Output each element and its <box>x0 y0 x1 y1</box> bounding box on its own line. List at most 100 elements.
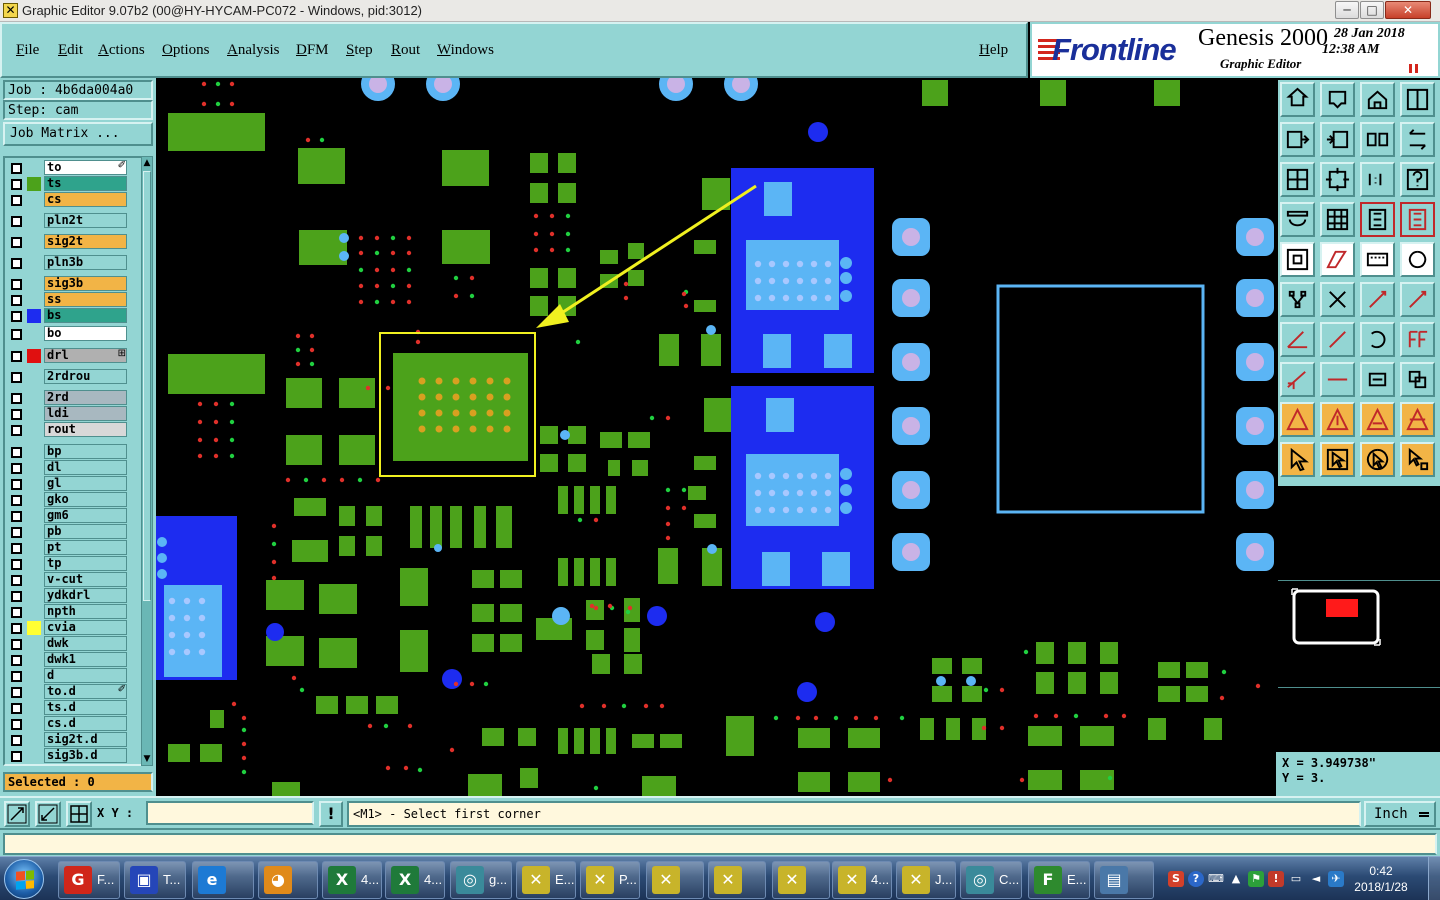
layer-name[interactable]: v-cut <box>44 572 127 587</box>
layer-row-pln2t[interactable]: pln2t <box>7 213 129 229</box>
menu-help[interactable]: Help <box>979 42 1008 59</box>
open-job-button[interactable] <box>1280 82 1315 117</box>
layer-row-ts-d[interactable]: ts.d <box>7 700 129 716</box>
layer-name[interactable]: ldi <box>44 406 127 421</box>
layer-checkbox[interactable] <box>11 623 22 634</box>
zoom-1to1-button[interactable] <box>1360 162 1395 197</box>
layer-name[interactable]: dwk1 <box>44 652 127 667</box>
layer-color-swatch[interactable] <box>27 177 41 191</box>
layer-name[interactable]: ts <box>44 176 127 191</box>
copy-pads-button[interactable] <box>1400 362 1435 397</box>
net-select-button[interactable] <box>1280 282 1315 317</box>
taskbar-clock[interactable]: 0:42 2018/1/28 <box>1350 863 1412 895</box>
tray-sync-icon[interactable]: ✈ <box>1328 871 1344 887</box>
job-matrix-button[interactable]: Job Matrix ... <box>3 122 153 146</box>
tray-keyboard-icon[interactable]: ⌨ <box>1208 871 1224 887</box>
layer-row-d[interactable]: d <box>7 668 129 684</box>
taskbar-item[interactable]: X 4... <box>322 861 382 899</box>
layer-name[interactable]: drl <box>44 348 127 363</box>
layer-checkbox[interactable] <box>11 216 22 227</box>
layer-checkbox[interactable] <box>11 511 22 522</box>
layer-checkbox[interactable] <box>11 258 22 269</box>
taskbar-item[interactable]: ✕ E... <box>516 861 576 899</box>
layer-name[interactable]: sig3b.d <box>44 748 127 763</box>
layer-name[interactable]: dl <box>44 460 127 475</box>
measure-box-button[interactable] <box>1360 362 1395 397</box>
layer-name[interactable]: sig2t <box>44 234 127 249</box>
layer-row-pb[interactable]: pb <box>7 524 129 540</box>
layer-checkbox[interactable] <box>11 575 22 586</box>
layer-name[interactable]: d <box>44 668 127 683</box>
layer-name[interactable]: to <box>44 160 127 175</box>
layer-color-swatch[interactable] <box>27 349 41 363</box>
layer-row-tp[interactable]: tp <box>7 556 129 572</box>
layer-name[interactable]: 2rdrou <box>44 369 127 384</box>
layer-name[interactable]: ts.d <box>44 700 127 715</box>
layer-checkbox[interactable] <box>11 591 22 602</box>
layer-row-sig3b[interactable]: sig3b <box>7 276 129 292</box>
layer-checkbox[interactable] <box>11 559 22 570</box>
layer-row-2rd[interactable]: 2rd <box>7 390 129 406</box>
layer-row-dl[interactable]: dl <box>7 460 129 476</box>
layer-name[interactable]: 2rd <box>44 390 127 405</box>
layer-checkbox[interactable] <box>11 527 22 538</box>
menu-file[interactable]: File <box>16 42 39 59</box>
layer-checkbox[interactable] <box>11 393 22 404</box>
layer-row-ts[interactable]: ts <box>7 176 129 192</box>
taskbar-item[interactable]: F E... <box>1028 861 1090 899</box>
pan-right-button[interactable] <box>1320 122 1355 157</box>
layer-color-swatch[interactable] <box>27 309 41 323</box>
layer-checkbox[interactable] <box>11 179 22 190</box>
layer-row-drl[interactable]: drl ⊞ <box>7 348 129 364</box>
save-button[interactable] <box>1320 82 1355 117</box>
text-ff-button[interactable] <box>1400 322 1435 357</box>
triangle-c-button[interactable] <box>1360 402 1395 437</box>
layer-row-rout[interactable]: rout <box>7 422 129 438</box>
layer-name[interactable]: cs <box>44 192 127 207</box>
tray-alert-icon[interactable]: ! <box>1268 871 1284 887</box>
layer-name[interactable]: to.d <box>44 684 127 699</box>
layer-checkbox[interactable] <box>11 279 22 290</box>
layer-color-swatch[interactable] <box>27 621 41 635</box>
window-split-button[interactable] <box>1400 82 1435 117</box>
taskbar-item[interactable]: ✕ 4... <box>832 861 892 899</box>
taskbar-item[interactable]: ✕ <box>708 861 766 899</box>
layer-checkbox[interactable] <box>11 463 22 474</box>
maximize-button[interactable]: □ <box>1360 1 1384 19</box>
menu-dfm[interactable]: DFM <box>296 42 329 59</box>
layer-name[interactable]: pln2t <box>44 213 127 228</box>
layer-name[interactable]: cs.d <box>44 716 127 731</box>
layer-row-ydkdrl[interactable]: ydkdrl <box>7 588 129 604</box>
layer-checkbox[interactable] <box>11 311 22 322</box>
menu-windows[interactable]: Windows <box>437 42 494 59</box>
board-overview[interactable] <box>1278 580 1440 688</box>
layer-row-dwk[interactable]: dwk <box>7 636 129 652</box>
layer-name[interactable]: pt <box>44 540 127 555</box>
flip-button[interactable] <box>1360 122 1395 157</box>
layer-row-cs[interactable]: cs <box>7 192 129 208</box>
polygon-edit-button[interactable] <box>1320 242 1355 277</box>
arc-button[interactable] <box>1360 322 1395 357</box>
layer-checkbox[interactable] <box>11 329 22 340</box>
pattern-fill-button[interactable] <box>1360 242 1395 277</box>
swap-button[interactable] <box>1400 122 1435 157</box>
tray-expand-icon[interactable]: ▲ <box>1228 871 1244 887</box>
layer-row-to-d[interactable]: to.d ✐ <box>7 684 129 700</box>
taskbar-item[interactable]: ✕ J... <box>896 861 956 899</box>
pause-icon[interactable] <box>1409 64 1418 73</box>
scroll-up-icon[interactable]: ▲ <box>142 157 152 169</box>
graphic-canvas[interactable] <box>156 78 1276 796</box>
layer-row-bo[interactable]: bo <box>7 326 129 342</box>
taskbar-item[interactable]: ✕ <box>772 861 830 899</box>
layer-compare-button[interactable] <box>1360 202 1395 237</box>
line-to-pad-button[interactable] <box>1360 282 1395 317</box>
taskbar-item[interactable]: X 4... <box>385 861 445 899</box>
zoom-fit-button[interactable] <box>1280 162 1315 197</box>
tray-help-icon[interactable]: ? <box>1188 871 1204 887</box>
layer-name[interactable]: dwk <box>44 636 127 651</box>
layer-name[interactable]: npth <box>44 604 127 619</box>
pad-snap-button[interactable] <box>1280 362 1315 397</box>
layer-checkbox[interactable] <box>11 719 22 730</box>
layer-row-sig2t[interactable]: sig2t <box>7 234 129 250</box>
layer-checkbox[interactable] <box>11 639 22 650</box>
